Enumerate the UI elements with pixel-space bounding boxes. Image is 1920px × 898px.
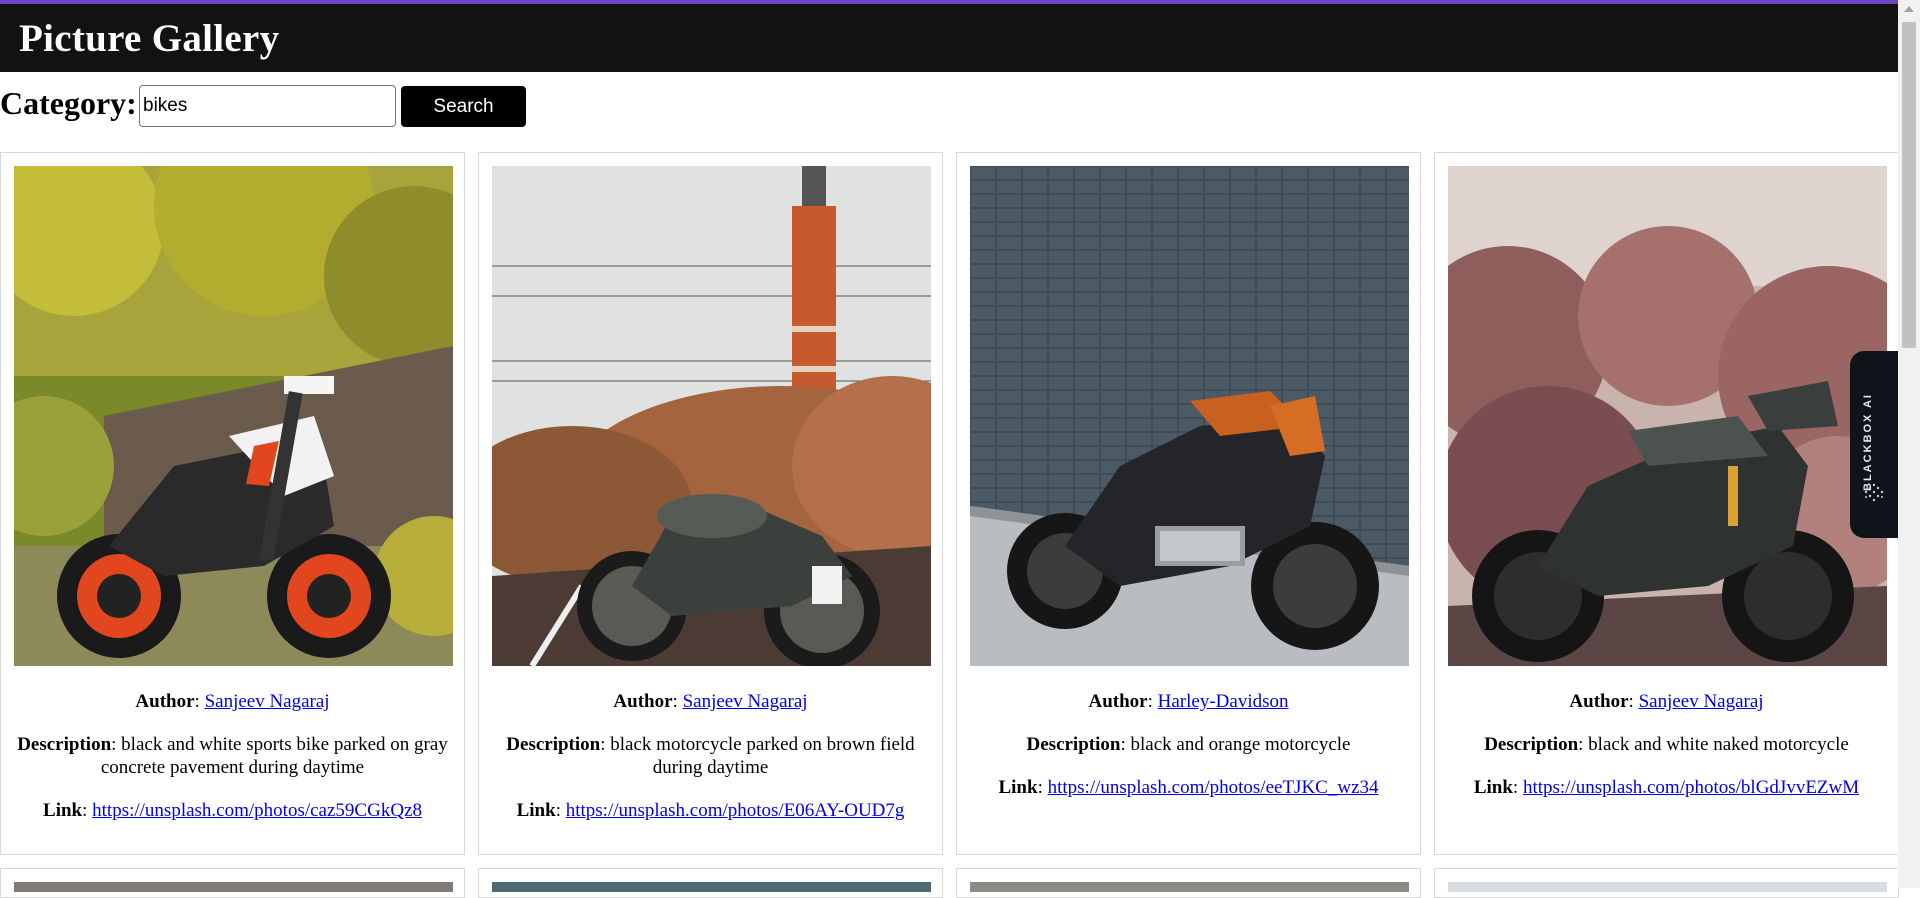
gallery-photo-partial[interactable] xyxy=(970,882,1409,892)
scroll-up-arrow-icon[interactable] xyxy=(1904,6,1914,12)
category-label: Category: xyxy=(0,85,137,121)
link-label: Link xyxy=(43,800,83,821)
description-text: black motorcycle parked on brown field d… xyxy=(610,734,915,778)
gallery-photo[interactable] xyxy=(1448,166,1887,666)
gallery-card: Author: Sanjeev Nagaraj Description: bla… xyxy=(0,152,465,855)
gallery-card: Author: Harley-Davidson Description: bla… xyxy=(956,152,1421,855)
photo-link[interactable]: https://unsplash.com/photos/eeTJKC_wz34 xyxy=(1048,777,1379,798)
gallery-photo[interactable] xyxy=(970,166,1409,666)
author-link[interactable]: Sanjeev Nagaraj xyxy=(1639,691,1764,712)
description-label: Description xyxy=(1484,734,1579,755)
photo-link[interactable]: https://unsplash.com/photos/E06AY-OUD7g xyxy=(566,800,905,821)
app-header: Picture Gallery xyxy=(0,4,1898,72)
author-label: Author xyxy=(135,691,195,712)
author-label: Author xyxy=(613,691,673,712)
gallery-card-partial xyxy=(0,868,465,898)
search-button[interactable]: Search xyxy=(401,86,526,127)
link-label: Link xyxy=(516,800,556,821)
gallery-photo-partial[interactable] xyxy=(1448,882,1887,892)
author-link[interactable]: Sanjeev Nagaraj xyxy=(683,691,808,712)
scrollbar-thumb[interactable] xyxy=(1902,22,1916,348)
gallery-card: Author: Sanjeev Nagaraj Description: bla… xyxy=(478,152,943,855)
author-label: Author xyxy=(1569,691,1629,712)
description-label: Description xyxy=(17,734,112,755)
link-label: Link xyxy=(998,777,1038,798)
gallery-card-partial xyxy=(478,868,943,898)
description-label: Description xyxy=(1026,734,1121,755)
page-title: Picture Gallery xyxy=(19,17,280,60)
gallery-card-partial xyxy=(1434,868,1899,898)
gallery-card-partial xyxy=(956,868,1421,898)
description-text: black and orange motorcycle xyxy=(1130,734,1351,755)
description-label: Description xyxy=(506,734,601,755)
vertical-scrollbar[interactable] xyxy=(1898,0,1920,888)
photo-link[interactable]: https://unsplash.com/photos/blGdJvvEZwM xyxy=(1523,777,1859,798)
gallery-card: Author: Sanjeev Nagaraj Description: bla… xyxy=(1434,152,1899,855)
gallery-photo-partial[interactable] xyxy=(14,882,453,892)
author-link[interactable]: Harley-Davidson xyxy=(1158,691,1289,712)
gallery-photo[interactable] xyxy=(492,166,931,666)
category-input[interactable] xyxy=(139,85,396,127)
category-search-form: Category: Search xyxy=(0,84,700,128)
link-label: Link xyxy=(1473,777,1513,798)
blackbox-ai-widget[interactable]: BLACKBOX AI xyxy=(1850,351,1898,538)
blackbox-ai-label: BLACKBOX AI xyxy=(1862,393,1874,491)
author-label: Author xyxy=(1088,691,1148,712)
blackbox-logo-icon xyxy=(1864,483,1884,502)
photo-link[interactable]: https://unsplash.com/photos/caz59CGkQz8 xyxy=(92,800,422,821)
description-text: black and white naked motorcycle xyxy=(1588,734,1849,755)
description-text: black and white sports bike parked on gr… xyxy=(100,734,448,778)
author-link[interactable]: Sanjeev Nagaraj xyxy=(205,691,330,712)
gallery-photo[interactable] xyxy=(14,166,453,666)
gallery-photo-partial[interactable] xyxy=(492,882,931,892)
